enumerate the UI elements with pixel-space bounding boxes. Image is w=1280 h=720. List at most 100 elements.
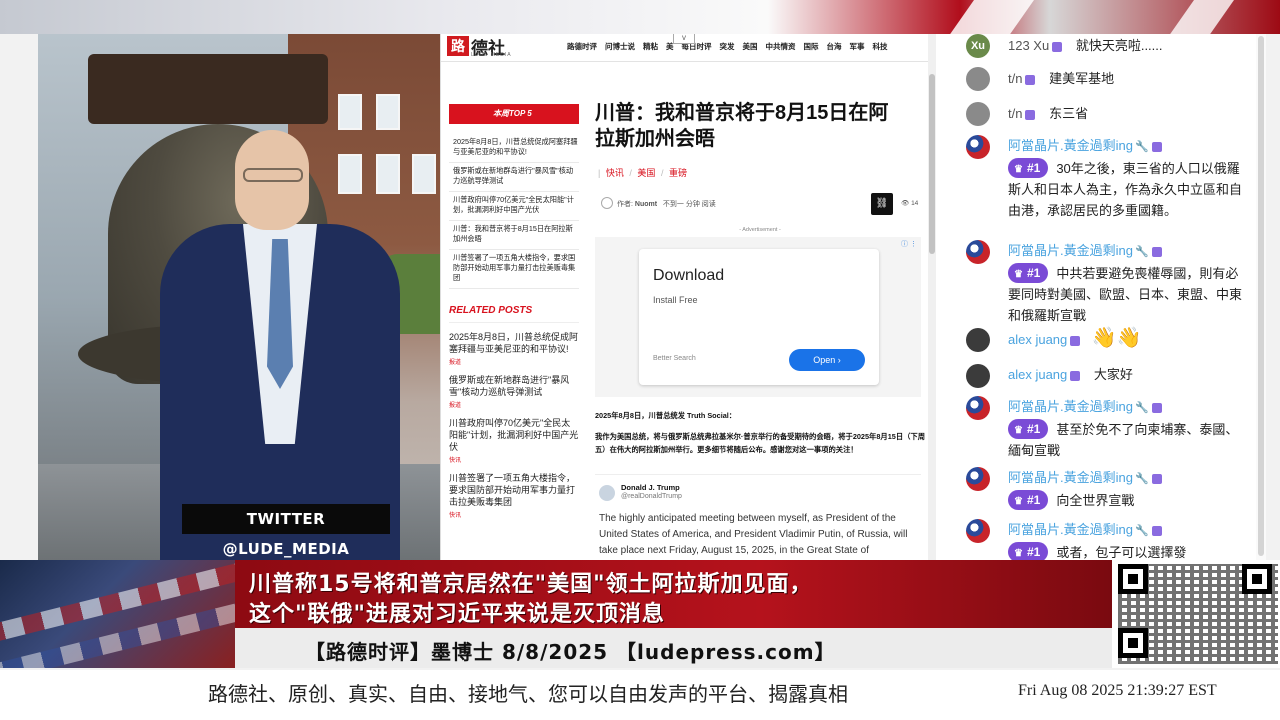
nav-item[interactable]: 问博士说 (605, 41, 635, 52)
member-badge-icon (1070, 335, 1081, 346)
ad-label: - Advertisement - (739, 227, 781, 233)
ad-card[interactable]: Download Install Free Better Search Open… (639, 249, 879, 385)
list-item[interactable]: 川普签署了一项五角大楼指令，要求国防部开始动用军事力量打击拉美贩毒集团 (449, 250, 579, 289)
chat-author[interactable]: 阿當晶片.黃金過剩ing (1008, 399, 1133, 414)
related-post-tag[interactable]: 报道 (449, 400, 579, 409)
ad-choices-icon[interactable]: ⓘ ⋮ (901, 239, 917, 249)
related-post-link[interactable]: 2025年8月8日，川普总统促成阿塞拜疆与亚美尼亚的和平协议! (449, 331, 579, 355)
member-badge-icon (1151, 141, 1162, 152)
slogan: 路德社、原创、真实、自由、接地气、您可以自由发声的平台、揭露真相 (208, 682, 848, 706)
nav-item[interactable]: 路德时评 (567, 41, 597, 52)
top-decor-strip (0, 0, 1280, 50)
advertisement: Download Install Free Better Search Open… (595, 237, 921, 397)
news-webpage: 路 德社 LUDE MEDIA 路德时评 问博士说 精粘 美 每日时评 突发 美… (440, 34, 936, 560)
post-text: The highly anticipated meeting between m… (599, 513, 908, 556)
chat-author[interactable]: 阿當晶片.黃金過剩ing (1008, 522, 1133, 537)
nav-item[interactable]: 突发 (720, 41, 735, 52)
site-logo-sub: LUDE MEDIA (471, 52, 512, 58)
avatar[interactable] (966, 102, 990, 126)
site-navbar: 路 德社 LUDE MEDIA 路德时评 问博士说 精粘 美 每日时评 突发 美… (441, 34, 935, 62)
link-icon[interactable]: ⛓ (871, 193, 893, 215)
wrench-icon: 🔧 (1134, 246, 1149, 258)
avatar[interactable] (966, 328, 990, 352)
chat-author[interactable]: t/n (1008, 106, 1022, 121)
timestamp: Fri Aug 08 2025 21:39:27 EST (1018, 682, 1217, 699)
related-posts-heading: RELATED POSTS (449, 305, 579, 323)
rank-badge: ♛ #1 (1008, 419, 1049, 439)
related-post-tag[interactable]: 快讯 (449, 510, 579, 519)
stream-frame: TWITTER @LUDE_MEDIA 路 德社 LUDE MEDIA 路德时评… (0, 0, 1280, 720)
chat-text: 向全世界宣戰 (1056, 493, 1135, 508)
crown-icon: ♛ (1014, 425, 1023, 436)
twitter-handle-tag: TWITTER @LUDE_MEDIA (182, 504, 390, 558)
nav-item[interactable]: 军事 (850, 41, 865, 52)
list-item[interactable]: 川普政府叫停70亿美元"全民太阳能"计划，批漏洞利好中国产光伏 (449, 192, 579, 221)
headline-line-1: 川普称15号将和普京居然在"美国"领土阿拉斯加见面， (249, 572, 813, 597)
headline-line-2: 这个"联俄"进展对习近平来说是灭顶消息 (249, 602, 665, 627)
category-link[interactable]: 重磅 (669, 168, 687, 178)
avatar[interactable] (966, 135, 990, 159)
category-link[interactable]: 快讯 (606, 168, 624, 178)
avatar[interactable] (966, 467, 990, 491)
list-item[interactable]: 川普：我和普京将于8月15日在阿拉斯加州会晤 (449, 221, 579, 250)
rank-badge: ♛ #1 (1008, 542, 1049, 560)
category-link[interactable]: 美国 (637, 168, 655, 178)
article-meta: 作者: Nuomt 不到一 分钟 阅读 ⛓ 👁 14 (595, 193, 925, 217)
glasses-icon (243, 168, 303, 182)
ad-brand: Better Search (653, 355, 696, 362)
site-logo-icon[interactable]: 路 (447, 36, 469, 56)
article-body: 2025年8月8日，川普总统发 Truth Social： 我作为美国总统，将与… (595, 409, 925, 456)
avatar[interactable] (966, 67, 990, 91)
crown-icon: ♛ (1014, 496, 1023, 507)
qr-code-icon (1112, 560, 1280, 668)
page-scrollbar[interactable] (928, 34, 936, 560)
related-post-link[interactable]: 川普签署了一项五角大楼指令，要求国防部开始动用军事力量打击拉美贩毒集团 (449, 472, 579, 508)
chat-author[interactable]: alex juang (1008, 332, 1067, 347)
ad-open-button[interactable]: Open › (789, 349, 865, 371)
avatar[interactable] (966, 519, 990, 543)
article-title: 川普：我和普京将于8月15日在阿拉斯加州会晤 (595, 102, 889, 150)
chat-text: 建美军基地 (1049, 71, 1115, 86)
host-video (38, 34, 440, 560)
crown-icon: ♛ (1014, 164, 1023, 175)
avatar[interactable] (966, 364, 990, 388)
chat-author[interactable]: t/n (1008, 71, 1022, 86)
rank-badge: ♛ #1 (1008, 158, 1049, 178)
chat-author[interactable]: 阿當晶片.黃金過剩ing (1008, 243, 1133, 258)
article-paragraph: 2025年8月8日，川普总统发 Truth Social： (595, 411, 737, 420)
nav-item[interactable]: 美国 (743, 41, 758, 52)
nav-item[interactable]: 国际 (804, 41, 819, 52)
nav-item[interactable]: 科技 (873, 41, 888, 52)
nav-item[interactable]: 台海 (827, 41, 842, 52)
related-post-link[interactable]: 川普政府叫停70亿美元"全民太阳能"计划，批漏洞利好中国产光伏 (449, 417, 579, 453)
related-post-tag[interactable]: 快讯 (449, 455, 579, 464)
post-handle: @realDonaldTrump (621, 493, 682, 500)
program-info-bar: 【路德时评】墨博士 8/8/2025 【ludepress.com】 (235, 628, 1112, 668)
chat-text: 东三省 (1049, 106, 1089, 121)
author-name[interactable]: Nuomt (635, 201, 657, 208)
avatar[interactable] (966, 240, 990, 264)
chat-author[interactable]: 阿當晶片.黃金過剩ing (1008, 470, 1133, 485)
related-post-link[interactable]: 俄罗斯或在新地群岛进行"暴风雪"核动力巡航导弹测试 (449, 374, 579, 398)
embedded-post[interactable]: Donald J. Trump @realDonaldTrump The hig… (595, 474, 921, 560)
article-paragraph: 我作为美国总统，将与俄罗斯总统弗拉基米尔·普京举行的备受期待的会晤，将于2025… (595, 432, 926, 454)
chat-author[interactable]: alex juang (1008, 367, 1067, 382)
list-item[interactable]: 俄罗斯或在新地群岛进行"暴风雪"核动力巡航导弹测试 (449, 163, 579, 192)
member-badge-icon (1151, 246, 1162, 257)
bell-yoke (88, 54, 328, 124)
avatar (599, 485, 615, 501)
chevron-down-icon[interactable]: v (673, 34, 695, 44)
chat-author[interactable]: 阿當晶片.黃金過剩ing (1008, 138, 1133, 153)
lower-third: 川普称15号将和普京居然在"美国"领土阿拉斯加见面， 这个"联俄"进展对习近平来… (0, 560, 1280, 670)
member-badge-icon (1025, 74, 1036, 85)
related-post-tag[interactable]: 报道 (449, 357, 579, 366)
avatar[interactable]: Xu (966, 34, 990, 58)
avatar[interactable] (966, 396, 990, 420)
nav-item[interactable]: 精粘 (643, 41, 658, 52)
wrench-icon: 🔧 (1134, 141, 1149, 153)
chat-scrollbar[interactable] (1256, 34, 1266, 560)
chat-text: 大家好 (1093, 367, 1133, 382)
chat-author[interactable]: 123 Xu (1008, 38, 1049, 53)
list-item[interactable]: 2025年8月8日，川普总统促成阿塞拜疆与亚美尼亚的和平协议! (449, 134, 579, 163)
nav-item[interactable]: 中共情资 (766, 41, 796, 52)
